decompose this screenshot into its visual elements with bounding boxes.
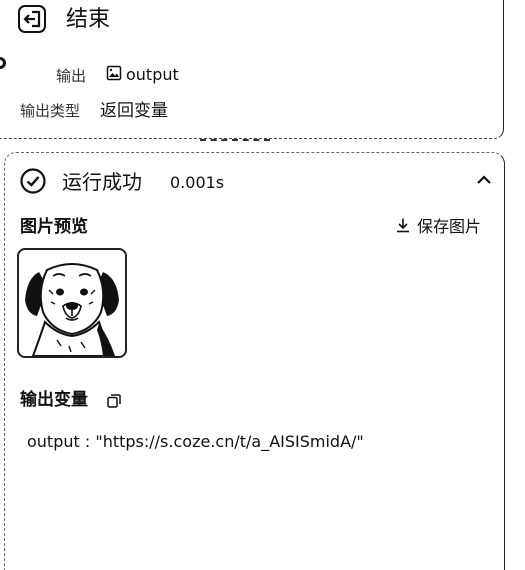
check-circle-icon [19, 167, 47, 195]
output-type-label: 输出类型 [20, 102, 81, 120]
output-value-line: output : "https://s.coze.cn/t/a_AISISmid… [27, 431, 364, 453]
output-variable-name: output [126, 65, 179, 84]
copy-icon[interactable] [107, 393, 121, 408]
dog-image [25, 263, 119, 356]
image-preview[interactable] [17, 248, 127, 358]
output-separator: : [79, 432, 96, 451]
image-preview-label: 图片预览 [20, 217, 88, 237]
output-key: output [27, 432, 80, 451]
image-icon [106, 65, 122, 85]
download-icon [395, 217, 411, 237]
save-image-label: 保存图片 [417, 217, 482, 236]
run-duration: 0.001s [170, 173, 225, 192]
end-node-title: 结束 [66, 7, 111, 32]
output-variables-label: 输出变量 [20, 390, 88, 410]
output-type-value: 返回变量 [100, 101, 168, 121]
divider [200, 139, 270, 141]
output-variable-chip: output [106, 64, 179, 86]
chevron-up-icon[interactable] [474, 170, 494, 190]
output-url[interactable]: "https://s.coze.cn/t/a_AISISmidA/" [95, 432, 363, 451]
output-label: 输出 [56, 67, 87, 85]
save-image-button[interactable]: 保存图片 [395, 215, 481, 239]
run-status: 运行成功 [62, 170, 142, 194]
exit-node-icon [18, 5, 46, 33]
